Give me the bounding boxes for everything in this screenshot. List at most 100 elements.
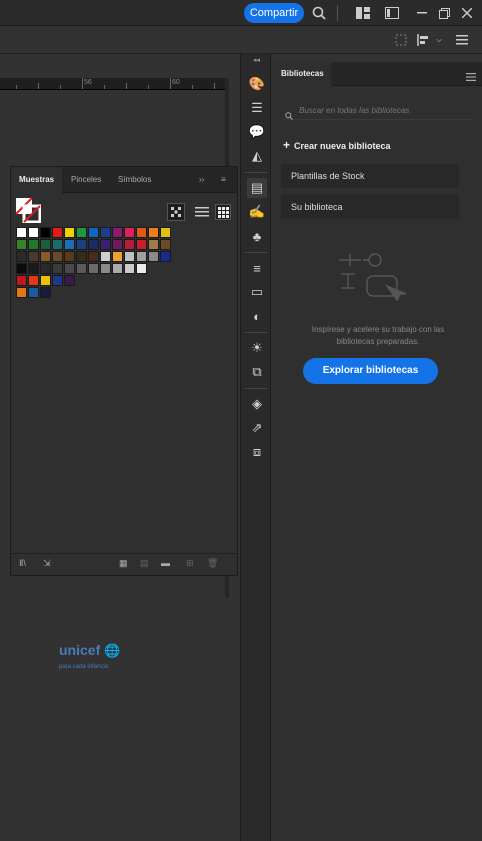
color-swatch[interactable] [28, 275, 39, 286]
grid-view-icon[interactable] [215, 204, 231, 220]
color-swatch[interactable] [88, 263, 99, 274]
color-swatch[interactable] [160, 239, 171, 250]
panel-menu-icon[interactable] [466, 68, 476, 86]
artboards-icon[interactable]: ⧈ [247, 442, 267, 462]
library-item-user[interactable]: Su biblioteca [281, 195, 459, 219]
layers-icon[interactable]: ◈ [247, 394, 267, 414]
place-swatches-icon[interactable]: ⇲ [43, 558, 51, 569]
color-swatch[interactable] [112, 251, 123, 262]
horizontal-ruler[interactable]: 56 60 [0, 78, 225, 90]
color-group-icon[interactable]: ▤ [140, 558, 149, 569]
library-item-stock[interactable]: Plantillas de Stock [281, 164, 459, 188]
new-color-group-icon[interactable]: ▬ [161, 558, 170, 568]
color-swatch[interactable] [28, 251, 39, 262]
color-swatch[interactable] [28, 239, 39, 250]
appearance-icon[interactable]: ☀ [247, 338, 267, 358]
tab-symbols[interactable]: Símbolos [110, 167, 159, 193]
stroke-icon[interactable]: ≡ [247, 258, 267, 278]
color-swatch[interactable] [88, 239, 99, 250]
workspace-icon[interactable] [383, 4, 401, 22]
color-swatch[interactable] [28, 287, 39, 298]
export-icon[interactable]: ⇗ [247, 418, 267, 438]
tab-libraries[interactable]: Bibliotecas [273, 62, 331, 86]
color-swatch[interactable] [40, 251, 51, 262]
list-view-icon[interactable] [195, 205, 209, 219]
color-guide-icon[interactable]: ◭ [247, 146, 267, 166]
color-swatch[interactable] [64, 275, 75, 286]
new-swatch-icon[interactable]: ⊞ [186, 558, 194, 569]
color-swatch[interactable] [88, 251, 99, 262]
share-button[interactable]: Compartir [244, 3, 304, 23]
transparency-icon[interactable]: ◐ [247, 306, 267, 326]
color-swatch[interactable] [112, 263, 123, 274]
color-swatch[interactable] [64, 239, 75, 250]
chevron-down-icon[interactable]: ⌵ [430, 31, 448, 49]
color-swatch[interactable] [40, 227, 51, 238]
color-swatch[interactable] [16, 239, 27, 250]
color-swatch[interactable] [124, 239, 135, 250]
minimize-icon[interactable] [413, 4, 431, 22]
color-swatch[interactable] [76, 251, 87, 262]
color-swatch[interactable] [136, 263, 147, 274]
color-swatch[interactable] [40, 239, 51, 250]
color-swatch[interactable] [52, 263, 63, 274]
panel-menu-icon[interactable]: ≡ [217, 167, 230, 193]
color-swatch[interactable] [148, 251, 159, 262]
graphic-styles-icon[interactable]: ⧉ [247, 362, 267, 382]
color-swatch[interactable] [76, 263, 87, 274]
explore-libraries-button[interactable]: Explorar bibliotecas [303, 358, 438, 384]
color-swatch[interactable] [136, 239, 147, 250]
color-swatch[interactable] [160, 251, 171, 262]
comments-icon[interactable]: 💬 [247, 122, 267, 142]
swatch-options-icon[interactable]: ▦ [119, 558, 128, 569]
color-swatch[interactable] [124, 251, 135, 262]
color-swatch[interactable] [112, 227, 123, 238]
color-swatch[interactable] [100, 263, 111, 274]
create-library-button[interactable]: + Crear nueva biblioteca [283, 138, 391, 152]
brushes-icon[interactable]: ✍ [247, 202, 267, 222]
panel-menu-icon[interactable] [453, 31, 471, 49]
fill-stroke-indicator[interactable] [15, 197, 42, 224]
delete-swatch-icon[interactable]: 🗑 [207, 558, 218, 569]
color-swatch[interactable] [160, 227, 171, 238]
color-swatch[interactable] [124, 263, 135, 274]
search-icon[interactable] [310, 4, 328, 22]
libraries-search-input[interactable]: Buscar en todas las bibliotecas [283, 102, 473, 120]
libraries-icon[interactable]: ▤ [247, 178, 267, 198]
color-swatch[interactable] [52, 251, 63, 262]
color-swatch[interactable] [100, 227, 111, 238]
color-swatch[interactable] [136, 251, 147, 262]
color-swatch[interactable] [76, 239, 87, 250]
color-swatch[interactable] [148, 239, 159, 250]
gradient-icon[interactable]: ▭ [247, 282, 267, 302]
tab-swatches[interactable]: Muestras [11, 167, 63, 193]
color-swatch[interactable] [76, 227, 87, 238]
restore-icon[interactable] [435, 4, 453, 22]
color-swatch[interactable] [112, 239, 123, 250]
color-swatch[interactable] [52, 227, 63, 238]
color-swatch[interactable] [28, 227, 39, 238]
color-swatch[interactable] [52, 239, 63, 250]
expand-panel-icon[interactable]: ›› [197, 167, 206, 193]
color-swatch[interactable] [40, 287, 51, 298]
properties-icon[interactable]: ☰ [247, 98, 267, 118]
color-swatch[interactable] [16, 287, 27, 298]
color-swatch[interactable] [100, 251, 111, 262]
color-swatch[interactable] [16, 275, 27, 286]
color-swatch[interactable] [124, 227, 135, 238]
close-icon[interactable] [458, 4, 476, 22]
show-swatch-kinds-icon[interactable] [167, 203, 185, 221]
color-swatch[interactable] [40, 275, 51, 286]
collapse-panels-icon[interactable]: ◂◂ [253, 56, 260, 64]
color-swatch[interactable] [64, 263, 75, 274]
color-swatch[interactable] [40, 263, 51, 274]
color-swatch[interactable] [52, 275, 63, 286]
arrange-documents-icon[interactable] [354, 4, 372, 22]
color-swatch[interactable] [64, 227, 75, 238]
color-swatch[interactable] [88, 227, 99, 238]
color-palette-icon[interactable]: 🎨 [247, 74, 267, 94]
color-swatch[interactable] [16, 251, 27, 262]
color-swatch[interactable] [16, 263, 27, 274]
transform-icon[interactable] [392, 31, 410, 49]
symbols-icon[interactable]: ♣ [247, 226, 267, 246]
